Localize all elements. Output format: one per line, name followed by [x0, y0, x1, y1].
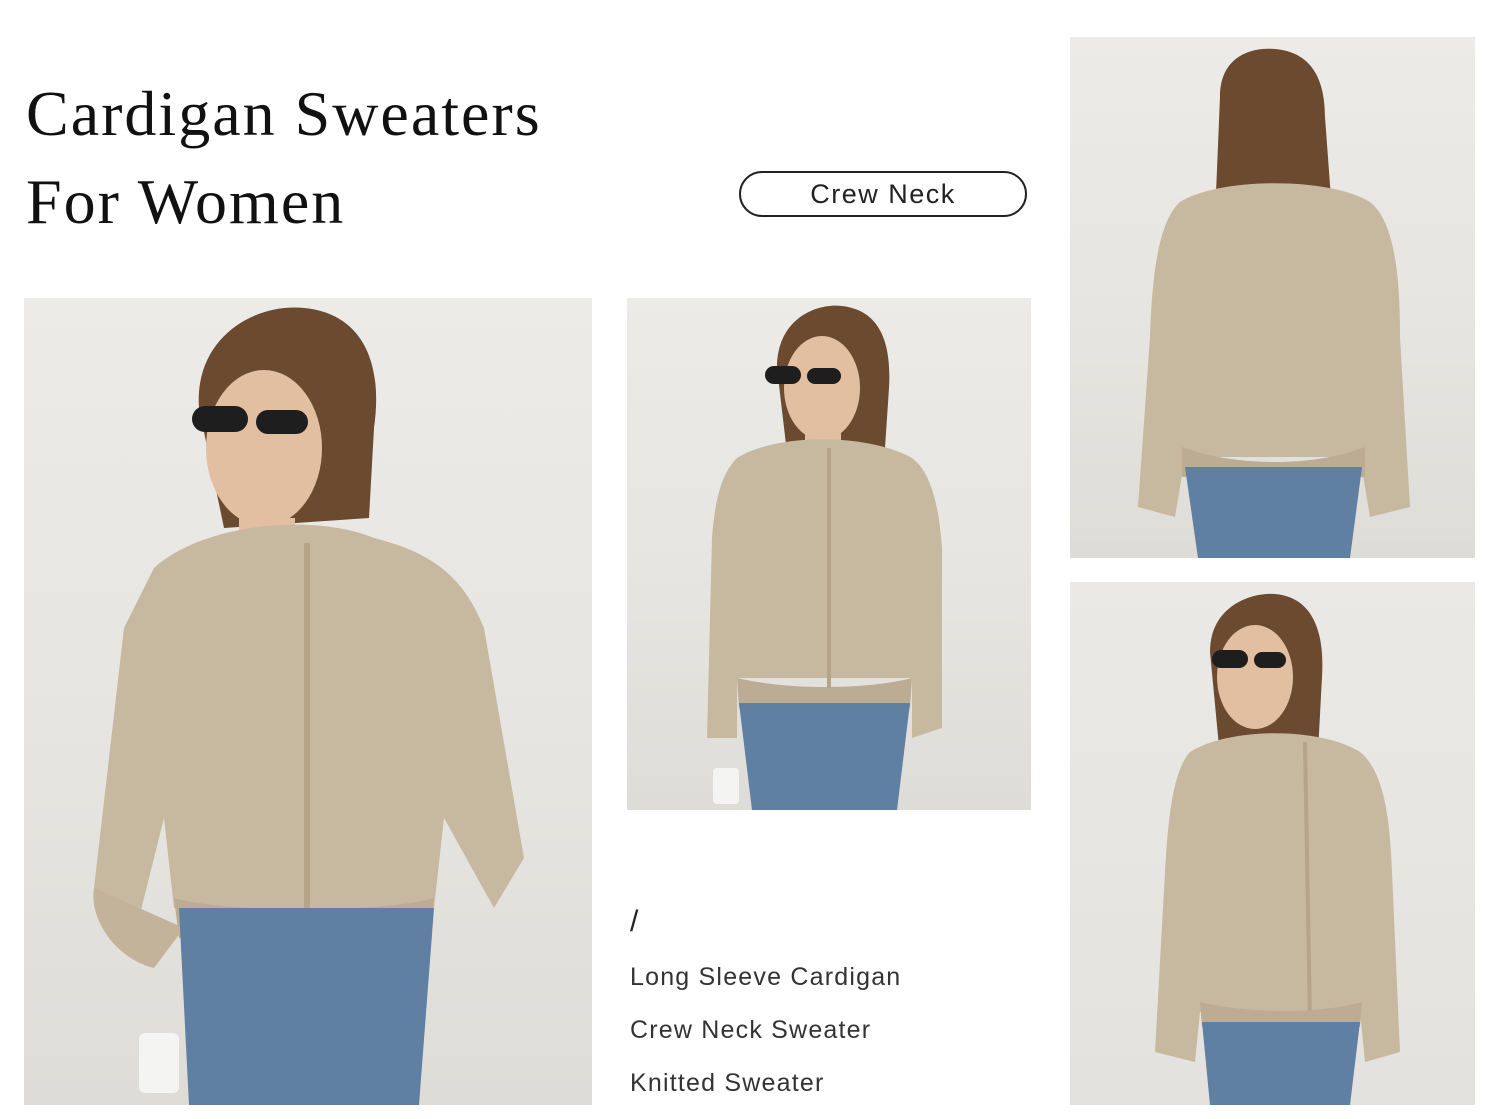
model-back-photo [1070, 37, 1475, 558]
feature-tag: Knitted Sweater [630, 1069, 825, 1097]
model-front-photo-large [24, 298, 592, 1105]
crew-neck-badge[interactable]: Crew Neck [739, 171, 1027, 217]
title-line-2: For Women [26, 166, 346, 237]
feature-tag-list: Long Sleeve Cardigan Crew Neck Sweater K… [630, 960, 901, 1119]
feature-tag: Long Sleeve Cardigan [630, 963, 902, 991]
feature-tag: Crew Neck Sweater [630, 1016, 872, 1044]
separator-slash: / [630, 905, 639, 938]
model-front-photo-small [627, 298, 1031, 810]
model-side-photo [1070, 582, 1475, 1105]
crew-neck-badge-label: Crew Neck [810, 178, 956, 209]
page-title: Cardigan Sweaters For Women [26, 70, 542, 246]
title-line-1: Cardigan Sweaters [26, 78, 542, 149]
